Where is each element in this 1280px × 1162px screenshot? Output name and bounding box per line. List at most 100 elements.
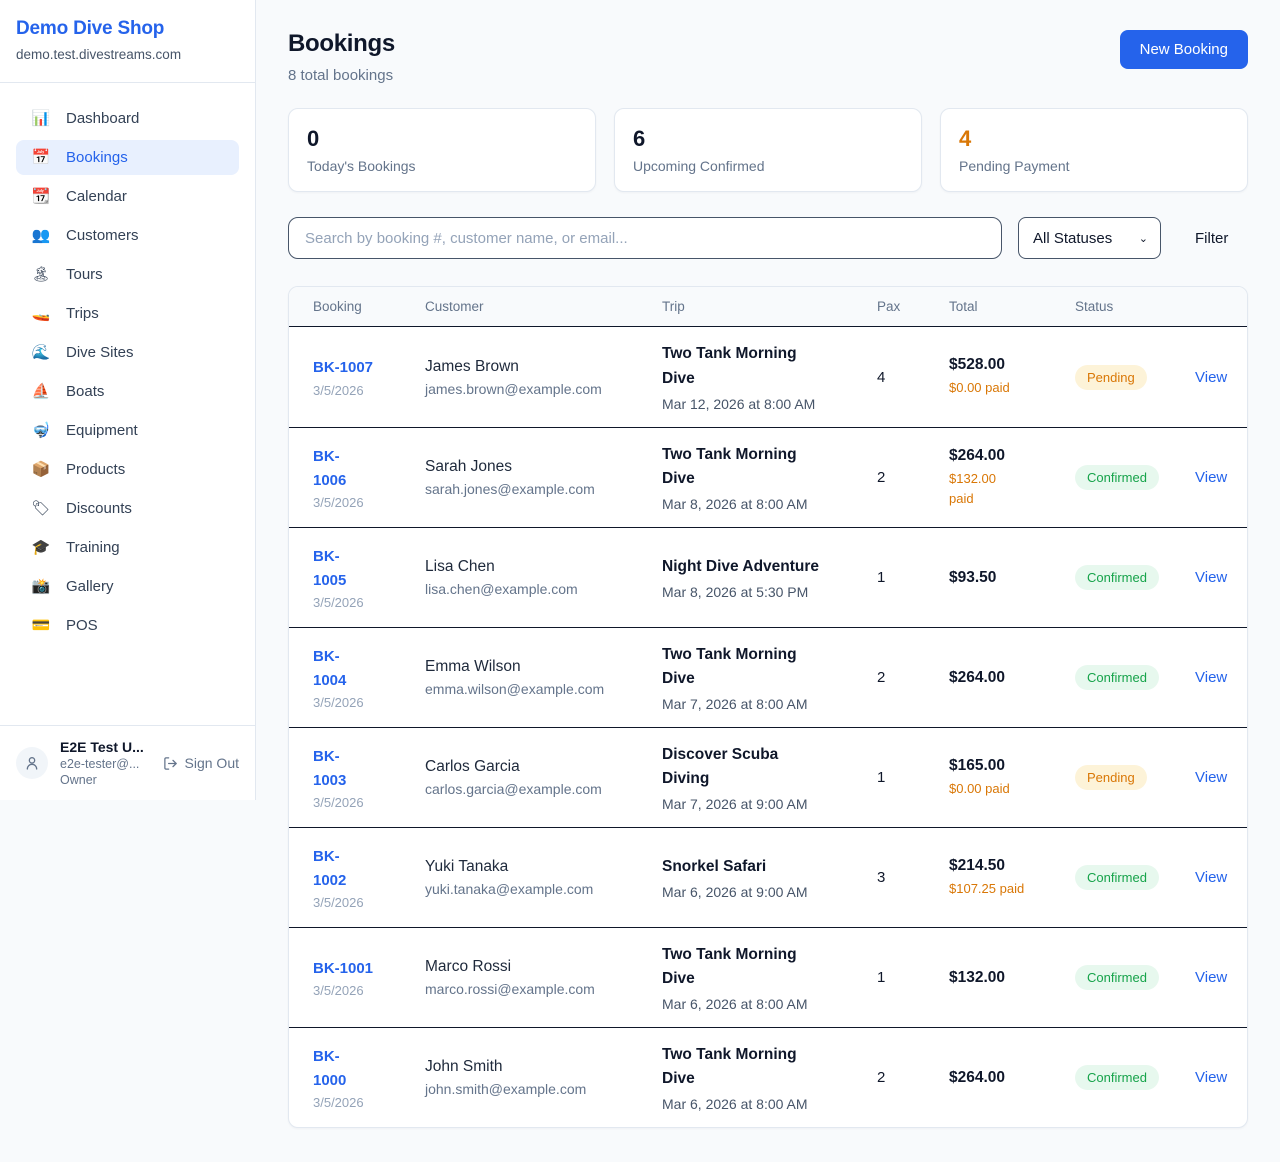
table-row: BK- 1004 3/5/2026 Emma Wilson emma.wilso… — [289, 627, 1247, 727]
total-amount: $264.00 — [949, 669, 1075, 687]
sidebar-item-label: Trips — [66, 305, 99, 322]
sidebar-item-customers[interactable]: 👥 Customers — [16, 218, 239, 253]
booking-id-link[interactable]: BK- 1004 — [313, 645, 425, 692]
trip-datetime: Mar 12, 2026 at 8:00 AM — [662, 396, 877, 412]
customer-name: Marco Rossi — [425, 958, 662, 976]
sidebar-item-boats[interactable]: ⛵ Boats — [16, 374, 239, 409]
view-link[interactable]: View — [1195, 369, 1227, 386]
sidebar-item-label: Training — [66, 539, 120, 556]
trip-cell: Two Tank Morning Dive Mar 6, 2026 at 8:0… — [662, 1043, 877, 1112]
sign-out-button[interactable]: Sign Out — [163, 755, 239, 771]
sidebar-item-pos[interactable]: 💳 POS — [16, 608, 239, 643]
status-filter-select[interactable]: All Statuses ⌄ — [1018, 217, 1161, 259]
column-header-status: Status — [1075, 299, 1195, 314]
sidebar-item-gallery[interactable]: 📸 Gallery — [16, 569, 239, 604]
total-amount: $214.50 — [949, 857, 1075, 875]
view-link[interactable]: View — [1195, 469, 1227, 486]
total-cell: $165.00 $0.00 paid — [949, 757, 1075, 799]
sidebar-item-dashboard[interactable]: 📊 Dashboard — [16, 101, 239, 136]
booking-id-link[interactable]: BK- 1006 — [313, 445, 425, 492]
view-link[interactable]: View — [1195, 969, 1227, 986]
customer-email: yuki.tanaka@example.com — [425, 881, 662, 897]
sidebar-item-label: Bookings — [66, 149, 128, 166]
sailboat-icon: ⛵ — [31, 384, 51, 399]
sidebar-item-dive-sites[interactable]: 🌊 Dive Sites — [16, 335, 239, 370]
trip-datetime: Mar 7, 2026 at 8:00 AM — [662, 696, 877, 712]
status-cell: Confirmed — [1075, 465, 1195, 490]
view-link[interactable]: View — [1195, 869, 1227, 886]
customer-email: carlos.garcia@example.com — [425, 781, 662, 797]
trip-datetime: Mar 6, 2026 at 9:00 AM — [662, 884, 877, 900]
customer-cell: Yuki Tanaka yuki.tanaka@example.com — [425, 858, 662, 897]
status-badge: Confirmed — [1075, 1065, 1159, 1090]
status-badge: Pending — [1075, 765, 1147, 790]
view-link[interactable]: View — [1195, 769, 1227, 786]
booking-id-link[interactable]: BK- 1005 — [313, 545, 425, 592]
customer-cell: James Brown james.brown@example.com — [425, 358, 662, 397]
credit-card-icon: 💳 — [31, 618, 51, 633]
trip-datetime: Mar 6, 2026 at 8:00 AM — [662, 1096, 877, 1112]
status-cell: Pending — [1075, 765, 1195, 790]
status-cell: Confirmed — [1075, 665, 1195, 690]
trip-cell: Two Tank Morning Dive Mar 7, 2026 at 8:0… — [662, 643, 877, 712]
view-link[interactable]: View — [1195, 669, 1227, 686]
total-amount: $132.00 — [949, 969, 1075, 987]
total-amount: $264.00 — [949, 447, 1075, 465]
total-amount: $165.00 — [949, 757, 1075, 775]
trip-name: Snorkel Safari — [662, 855, 877, 879]
status-badge: Pending — [1075, 365, 1147, 390]
booking-cell: BK-1001 3/5/2026 — [313, 957, 425, 998]
logout-icon — [163, 756, 178, 771]
total-cell: $214.50 $107.25 paid — [949, 857, 1075, 899]
filter-button[interactable]: Filter — [1195, 230, 1228, 247]
customer-cell: Marco Rossi marco.rossi@example.com — [425, 958, 662, 997]
page-title-block: Bookings 8 total bookings — [288, 30, 395, 84]
trip-name: Two Tank Morning Dive — [662, 643, 877, 691]
customer-name: Emma Wilson — [425, 658, 662, 676]
view-link[interactable]: View — [1195, 569, 1227, 586]
sidebar-item-equipment[interactable]: 🤿 Equipment — [16, 413, 239, 448]
trip-datetime: Mar 8, 2026 at 8:00 AM — [662, 496, 877, 512]
sidebar-item-calendar[interactable]: 📆 Calendar — [16, 179, 239, 214]
shop-name: Demo Dive Shop — [16, 18, 239, 40]
total-cell: $264.00 — [949, 1069, 1075, 1087]
booking-cell: BK- 1005 3/5/2026 — [313, 545, 425, 610]
booking-id-link[interactable]: BK-1001 — [313, 957, 425, 980]
trip-cell: Two Tank Morning Dive Mar 6, 2026 at 8:0… — [662, 943, 877, 1012]
customer-name: Yuki Tanaka — [425, 858, 662, 876]
column-header-pax: Pax — [877, 299, 949, 314]
search-input[interactable] — [288, 217, 1002, 259]
table-row: BK- 1003 3/5/2026 Carlos Garcia carlos.g… — [289, 727, 1247, 827]
customer-email: emma.wilson@example.com — [425, 681, 662, 697]
view-link[interactable]: View — [1195, 1069, 1227, 1086]
stat-card-pending-payment: 4 Pending Payment — [940, 108, 1248, 192]
people-icon: 👥 — [31, 228, 51, 243]
status-badge: Confirmed — [1075, 665, 1159, 690]
status-cell: Confirmed — [1075, 565, 1195, 590]
booking-id-link[interactable]: BK- 1000 — [313, 1045, 425, 1092]
sidebar-item-products[interactable]: 📦 Products — [16, 452, 239, 487]
trip-datetime: Mar 8, 2026 at 5:30 PM — [662, 584, 877, 600]
pax-count: 2 — [877, 1069, 949, 1086]
stat-value: 6 — [633, 126, 903, 152]
sidebar-item-trips[interactable]: 🚤 Trips — [16, 296, 239, 331]
sidebar-item-tours[interactable]: 🏝 Tours — [16, 257, 239, 292]
sidebar-item-discounts[interactable]: 🏷 Discounts — [16, 491, 239, 526]
new-booking-button[interactable]: New Booking — [1120, 30, 1248, 69]
sidebar-item-bookings[interactable]: 📅 Bookings — [16, 140, 239, 175]
booking-id-link[interactable]: BK- 1003 — [313, 745, 425, 792]
booking-id-link[interactable]: BK- 1002 — [313, 845, 425, 892]
customer-name: James Brown — [425, 358, 662, 376]
customer-email: john.smith@example.com — [425, 1081, 662, 1097]
person-icon — [24, 755, 40, 771]
bookings-table: Booking Customer Trip Pax Total Status B… — [288, 286, 1248, 1128]
pax-count: 2 — [877, 469, 949, 486]
sidebar-item-label: Customers — [66, 227, 139, 244]
booking-id-link[interactable]: BK-1007 — [313, 356, 425, 379]
pax-count: 2 — [877, 669, 949, 686]
sidebar-item-training[interactable]: 🎓 Training — [16, 530, 239, 565]
trip-cell: Two Tank Morning Dive Mar 12, 2026 at 8:… — [662, 342, 877, 411]
trip-datetime: Mar 6, 2026 at 8:00 AM — [662, 996, 877, 1012]
customer-name: Sarah Jones — [425, 458, 662, 476]
booking-date: 3/5/2026 — [313, 895, 425, 910]
